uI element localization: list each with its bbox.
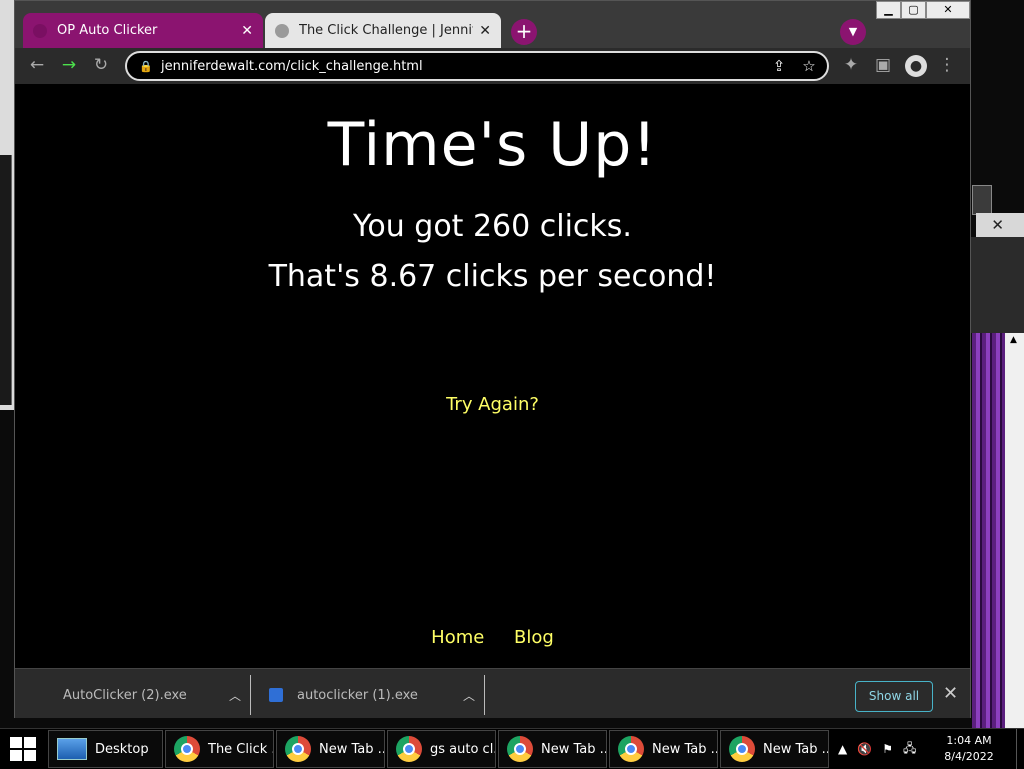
- browser-window: OP Auto Clicker ✕ The Click Challenge | …: [14, 0, 971, 718]
- tab-search-chevron-icon[interactable]: ▼: [840, 19, 866, 45]
- chrome-icon: [507, 736, 533, 762]
- profile-avatar-icon[interactable]: ●: [905, 55, 927, 77]
- chrome-icon: [729, 736, 755, 762]
- share-icon[interactable]: ⇪: [767, 57, 791, 75]
- background-window-scrollbar[interactable]: ▲: [1005, 333, 1024, 728]
- clicks-per-second-text: That's 8.67 clicks per second!: [268, 259, 717, 294]
- click-count-text: You got 260 clicks.: [353, 209, 632, 244]
- page-title: Time's Up!: [327, 110, 658, 180]
- window-close-button[interactable]: ✕: [926, 1, 970, 19]
- home-link[interactable]: Home: [431, 627, 484, 648]
- tab-label: OP Auto Clicker: [57, 23, 158, 38]
- tab-label: The Click Challenge | Jennifer De: [299, 23, 473, 38]
- chrome-icon: [618, 736, 644, 762]
- bookmark-star-icon[interactable]: ☆: [797, 57, 821, 75]
- taskbar-item-label: New Tab ...: [763, 741, 829, 757]
- background-window-panel: [0, 155, 12, 405]
- taskbar-item-chrome[interactable]: New Tab ...: [609, 730, 718, 768]
- download-filename[interactable]: autoclicker (1).exe: [297, 688, 454, 703]
- show-hidden-icons-icon[interactable]: ▲: [838, 742, 847, 756]
- extensions-puzzle-icon[interactable]: ✦: [841, 56, 861, 74]
- download-filename[interactable]: AutoClicker (2).exe: [63, 688, 220, 703]
- system-tray: ▲ 🔇 ⚑ 🖧: [838, 729, 916, 769]
- footer-nav: Home Blog: [15, 627, 970, 648]
- tab-click-challenge[interactable]: The Click Challenge | Jennifer De ✕: [265, 13, 501, 48]
- forward-arrow-icon[interactable]: →: [59, 56, 79, 74]
- chevron-up-icon[interactable]: ︿: [454, 687, 484, 704]
- show-all-button[interactable]: Show all: [855, 681, 933, 712]
- show-desktop-button[interactable]: [1016, 729, 1024, 769]
- background-window-image: [972, 333, 1005, 728]
- minimize-button[interactable]: ▁: [876, 1, 901, 19]
- lock-icon[interactable]: 🔒: [139, 60, 153, 73]
- try-again-link[interactable]: Try Again?: [15, 394, 970, 415]
- taskbar-item-label: New Tab ...: [319, 741, 385, 757]
- browser-titlebar: OP Auto Clicker ✕ The Click Challenge | …: [15, 1, 970, 48]
- taskbar-item-chrome[interactable]: New Tab ...: [498, 730, 607, 768]
- taskbar-item-chrome[interactable]: The Click ...: [165, 730, 274, 768]
- chrome-icon: [285, 736, 311, 762]
- close-downloads-icon[interactable]: ✕: [943, 683, 958, 704]
- maximize-button[interactable]: ▢: [901, 1, 926, 19]
- background-window-titlebar: [972, 185, 992, 215]
- download-item[interactable]: AutoClicker (2).exe ︿: [63, 675, 251, 715]
- scroll-up-arrow-icon[interactable]: ▲: [1010, 335, 1017, 345]
- action-center-flag-icon[interactable]: ⚑: [882, 742, 893, 756]
- taskbar-item-label: Desktop: [95, 741, 149, 757]
- background-window-toolbar: [970, 237, 1024, 333]
- new-tab-button[interactable]: +: [511, 19, 537, 45]
- side-panel-icon[interactable]: ▣: [873, 56, 893, 74]
- address-bar[interactable]: 🔒 jenniferdewalt.com/click_challenge.htm…: [125, 51, 829, 81]
- windows-start-icon[interactable]: [10, 737, 36, 761]
- url-text[interactable]: jenniferdewalt.com/click_challenge.html: [161, 59, 767, 74]
- desktop-icon: [57, 738, 87, 760]
- back-arrow-icon[interactable]: ←: [27, 56, 47, 74]
- volume-muted-icon[interactable]: 🔇: [857, 742, 872, 756]
- taskbar-item-desktop[interactable]: Desktop: [48, 730, 163, 768]
- tab-close-icon[interactable]: ✕: [479, 23, 491, 39]
- page-content: Time's Up! You got 260 clicks. That's 8.…: [15, 84, 970, 668]
- clock-date: 8/4/2022: [944, 750, 994, 763]
- chrome-icon: [174, 736, 200, 762]
- background-window-right: ✕ ▲: [970, 183, 1024, 728]
- system-clock[interactable]: 1:04 AM 8/4/2022: [938, 733, 1000, 765]
- chevron-up-icon[interactable]: ︿: [220, 687, 250, 704]
- tab-favicon-icon: [275, 23, 289, 38]
- taskbar: Desktop The Click ... New Tab ... gs aut…: [0, 728, 1024, 769]
- exe-file-icon: [269, 688, 283, 702]
- download-item[interactable]: autoclicker (1).exe ︿: [253, 675, 485, 715]
- reload-icon[interactable]: ↻: [91, 56, 111, 74]
- background-window-close-button[interactable]: ✕: [976, 213, 1024, 237]
- network-icon[interactable]: 🖧: [903, 739, 916, 760]
- chrome-icon: [396, 736, 422, 762]
- blog-link[interactable]: Blog: [514, 627, 554, 648]
- menu-kebab-icon[interactable]: ⋮: [937, 56, 957, 74]
- taskbar-item-label: gs auto cl...: [430, 741, 495, 757]
- downloads-bar: AutoClicker (2).exe ︿ autoclicker (1).ex…: [15, 668, 970, 718]
- clock-time: 1:04 AM: [946, 734, 992, 747]
- taskbar-item-chrome[interactable]: New Tab ...: [720, 730, 829, 768]
- browser-toolbar: ← → ↻ 🔒 jenniferdewalt.com/click_challen…: [15, 48, 970, 84]
- tab-op-auto-clicker[interactable]: OP Auto Clicker ✕: [23, 13, 263, 48]
- taskbar-item-chrome[interactable]: gs auto cl...: [387, 730, 496, 768]
- tab-favicon-icon: [33, 23, 47, 38]
- taskbar-item-label: The Click ...: [208, 741, 273, 757]
- taskbar-item-label: New Tab ...: [652, 741, 718, 757]
- background-window-left: [0, 0, 14, 410]
- taskbar-item-chrome[interactable]: New Tab ...: [276, 730, 385, 768]
- tab-close-icon[interactable]: ✕: [241, 23, 253, 39]
- taskbar-item-label: New Tab ...: [541, 741, 607, 757]
- desktop: ✕ ▲ OP Auto Clicker ✕ The Click Challeng…: [0, 0, 1024, 728]
